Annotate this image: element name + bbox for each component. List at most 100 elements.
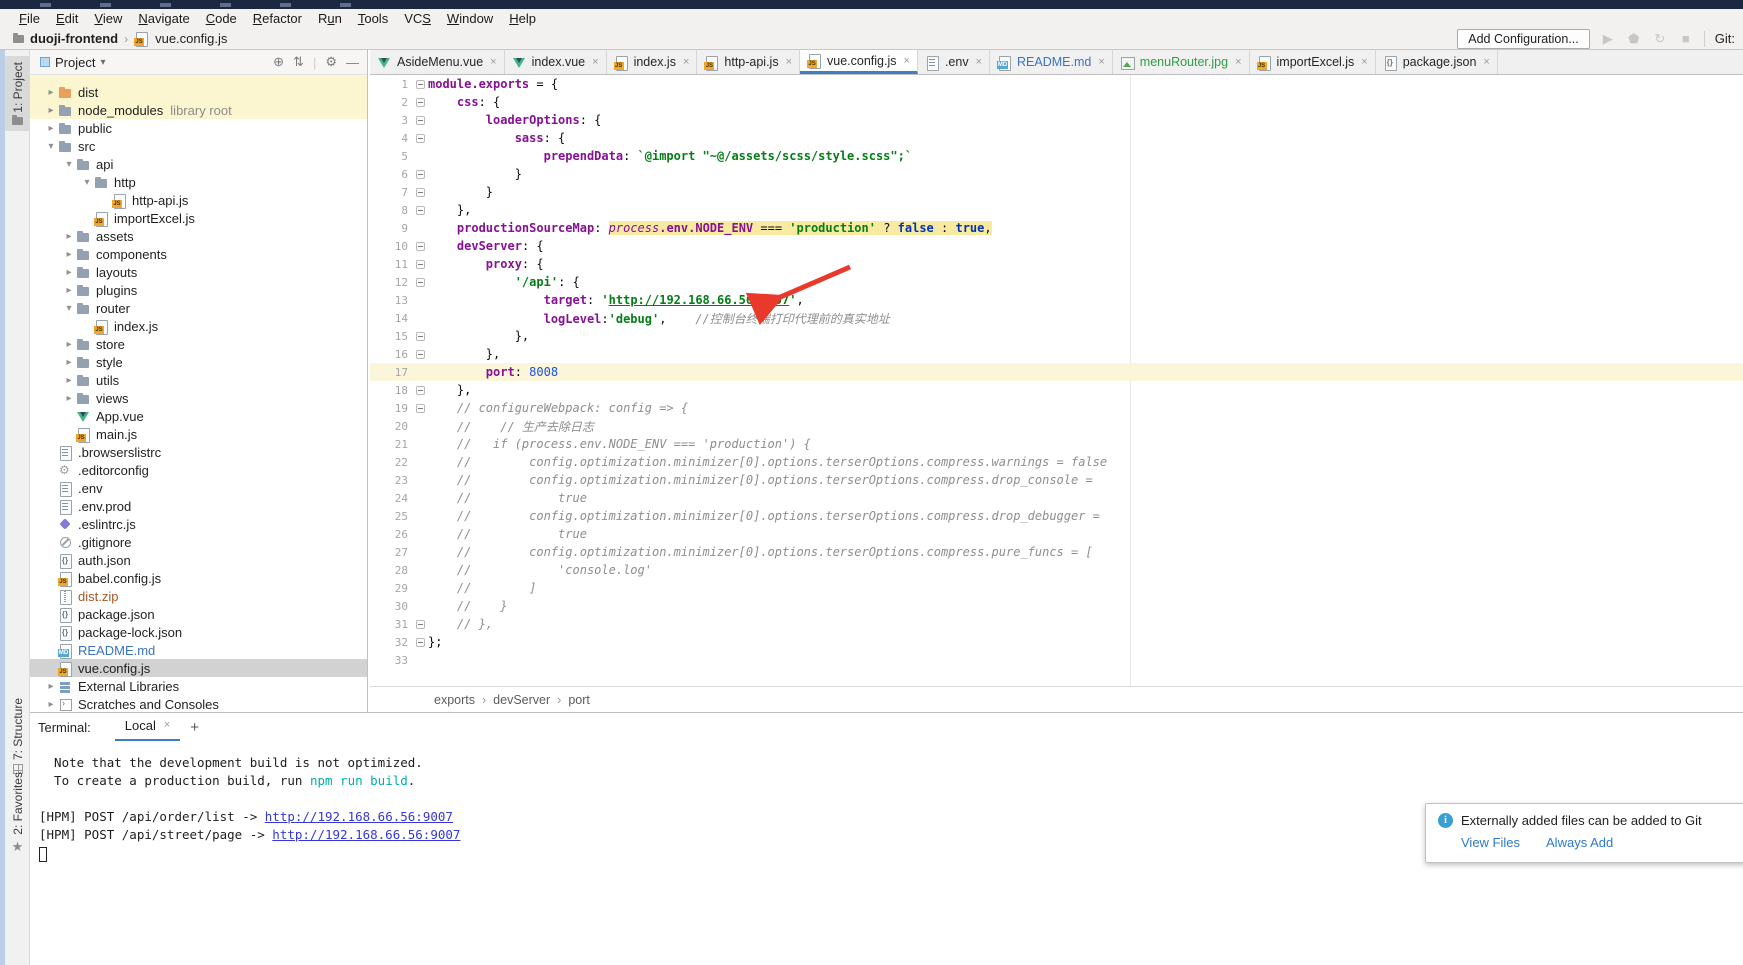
menu-edit[interactable]: Edit — [48, 11, 86, 26]
fold-marker-icon[interactable] — [416, 188, 425, 197]
tree-item-vue-config-js[interactable]: JSvue.config.js — [30, 659, 367, 677]
git-widget[interactable]: Git: — [1715, 31, 1735, 46]
code-line-8[interactable]: 8 }, — [370, 201, 1743, 219]
close-icon[interactable]: × — [490, 56, 496, 68]
editor-breadcrumb-port[interactable]: port — [568, 693, 590, 707]
tree-item-app-vue[interactable]: App.vue — [30, 407, 367, 425]
tree-item-importexcel-js[interactable]: JSimportExcel.js — [30, 209, 367, 227]
chevron-down-icon[interactable]: ▾ — [100, 57, 105, 68]
tree-item-http-api-js[interactable]: JShttp-api.js — [30, 191, 367, 209]
add-configuration-button[interactable]: Add Configuration... — [1457, 29, 1590, 49]
chevron-right-icon[interactable]: ▸ — [44, 699, 58, 710]
tab-package-json[interactable]: {}package.json× — [1376, 50, 1498, 74]
code-line-31[interactable]: 31 // }, — [370, 615, 1743, 633]
stripe-button-project[interactable]: 1: Project — [5, 56, 30, 131]
code-line-25[interactable]: 25 // config.optimization.minimizer[0].o… — [370, 507, 1743, 525]
notification-link-view-files[interactable]: View Files — [1461, 835, 1520, 850]
close-icon[interactable]: × — [683, 56, 689, 68]
fold-marker-icon[interactable] — [416, 386, 425, 395]
menu-run[interactable]: Run — [310, 11, 350, 26]
tree-item-store[interactable]: ▸store — [30, 335, 367, 353]
hide-panel-icon[interactable]: — — [346, 55, 359, 70]
chevron-right-icon[interactable]: ▸ — [62, 393, 76, 404]
code-line-22[interactable]: 22 // config.optimization.minimizer[0].o… — [370, 453, 1743, 471]
fold-marker-icon[interactable] — [416, 242, 425, 251]
tree-item-router[interactable]: ▾router — [30, 299, 367, 317]
code-line-23[interactable]: 23 // config.optimization.minimizer[0].o… — [370, 471, 1743, 489]
tree-item-external-libraries[interactable]: ▸External Libraries — [30, 677, 367, 695]
terminal-link[interactable]: http://192.168.66.56:9007 — [272, 827, 460, 842]
tree-item-layouts[interactable]: ▸layouts — [30, 263, 367, 281]
fold-marker-icon[interactable] — [416, 116, 425, 125]
tree-item-babel-config-js[interactable]: JSbabel.config.js — [30, 569, 367, 587]
code-line-7[interactable]: 7 } — [370, 183, 1743, 201]
tree-item--browserslistrc[interactable]: .browserslistrc — [30, 443, 367, 461]
menu-window[interactable]: Window — [439, 11, 501, 26]
code-line-33[interactable]: 33 — [370, 651, 1743, 669]
debug-icon[interactable]: ⬟ — [1626, 31, 1642, 47]
fold-marker-icon[interactable] — [416, 278, 425, 287]
tree-item--env-prod[interactable]: .env.prod — [30, 497, 367, 515]
code-line-4[interactable]: 4 sass: { — [370, 129, 1743, 147]
tree-item-dist[interactable]: ▸dist — [30, 83, 367, 101]
tree-item-package-json[interactable]: {}package.json — [30, 605, 367, 623]
tree-item-assets[interactable]: ▸assets — [30, 227, 367, 245]
collapse-all-icon[interactable]: ⇅ — [293, 54, 304, 70]
close-icon[interactable]: × — [1483, 56, 1489, 68]
tree-item-plugins[interactable]: ▸plugins — [30, 281, 367, 299]
tree-item-components[interactable]: ▸components — [30, 245, 367, 263]
tree-item-public[interactable]: ▸public — [30, 119, 367, 137]
chevron-right-icon[interactable]: ▸ — [44, 87, 58, 98]
close-icon[interactable]: × — [592, 56, 598, 68]
tree-item--eslintrc-js[interactable]: .eslintrc.js — [30, 515, 367, 533]
menu-tools[interactable]: Tools — [350, 11, 396, 26]
code-line-9[interactable]: 9 productionSourceMap: process.env.NODE_… — [370, 219, 1743, 237]
code-line-19[interactable]: 19 // configureWebpack: config => { — [370, 399, 1743, 417]
code-line-27[interactable]: 27 // config.optimization.minimizer[0].o… — [370, 543, 1743, 561]
tree-item-style[interactable]: ▸style — [30, 353, 367, 371]
code-line-2[interactable]: 2 css: { — [370, 93, 1743, 111]
chevron-right-icon[interactable]: ▸ — [62, 375, 76, 386]
gear-icon[interactable]: ⚙ — [325, 54, 337, 70]
fold-marker-icon[interactable] — [416, 332, 425, 341]
menu-help[interactable]: Help — [501, 11, 544, 26]
code-line-16[interactable]: 16 }, — [370, 345, 1743, 363]
fold-marker-icon[interactable] — [416, 80, 425, 89]
new-terminal-icon[interactable]: + — [190, 719, 199, 736]
tab-http-api-js[interactable]: JShttp-api.js× — [697, 50, 800, 74]
fold-marker-icon[interactable] — [416, 404, 425, 413]
close-icon[interactable]: × — [1235, 56, 1241, 68]
code-line-6[interactable]: 6 } — [370, 165, 1743, 183]
chevron-right-icon[interactable]: ▸ — [62, 357, 76, 368]
run-icon[interactable]: ▶ — [1600, 31, 1616, 47]
chevron-right-icon[interactable]: ▸ — [62, 339, 76, 350]
menu-code[interactable]: Code — [198, 11, 245, 26]
chevron-right-icon[interactable]: ▸ — [44, 681, 58, 692]
code-line-24[interactable]: 24 // true — [370, 489, 1743, 507]
breadcrumb-file[interactable]: vue.config.js — [155, 31, 227, 46]
code-line-12[interactable]: 12 '/api': { — [370, 273, 1743, 291]
tab-vue-config-js[interactable]: JSvue.config.js× — [800, 50, 918, 74]
editor-breadcrumb-devserver[interactable]: devServer — [493, 693, 550, 707]
tab-readme-md[interactable]: MDREADME.md× — [990, 50, 1113, 74]
project-panel-title[interactable]: Project — [55, 55, 95, 70]
chevron-right-icon[interactable]: ▸ — [44, 105, 58, 116]
fold-marker-icon[interactable] — [416, 98, 425, 107]
tab-index-js[interactable]: JSindex.js× — [607, 50, 698, 74]
terminal-tab-local[interactable]: Local × — [115, 714, 181, 741]
tab-asidemenu-vue[interactable]: AsideMenu.vue× — [370, 50, 505, 74]
fold-marker-icon[interactable] — [416, 350, 425, 359]
coverage-icon[interactable]: ↻ — [1652, 31, 1668, 47]
code-line-17[interactable]: 17 port: 8008 — [370, 363, 1743, 381]
tree-item-readme-md[interactable]: MDREADME.md — [30, 641, 367, 659]
tree-item-views[interactable]: ▸views — [30, 389, 367, 407]
close-icon[interactable]: × — [1361, 56, 1367, 68]
tree-item--gitignore[interactable]: .gitignore — [30, 533, 367, 551]
tree-item-http[interactable]: ▾http — [30, 173, 367, 191]
chevron-right-icon[interactable]: ▸ — [44, 123, 58, 134]
breadcrumb-project[interactable]: duoji-frontend — [30, 31, 118, 46]
stop-icon[interactable]: ■ — [1678, 31, 1694, 46]
editor-breadcrumb-exports[interactable]: exports — [434, 693, 475, 707]
close-icon[interactable]: × — [786, 56, 792, 68]
tree-item-index-js[interactable]: JSindex.js — [30, 317, 367, 335]
